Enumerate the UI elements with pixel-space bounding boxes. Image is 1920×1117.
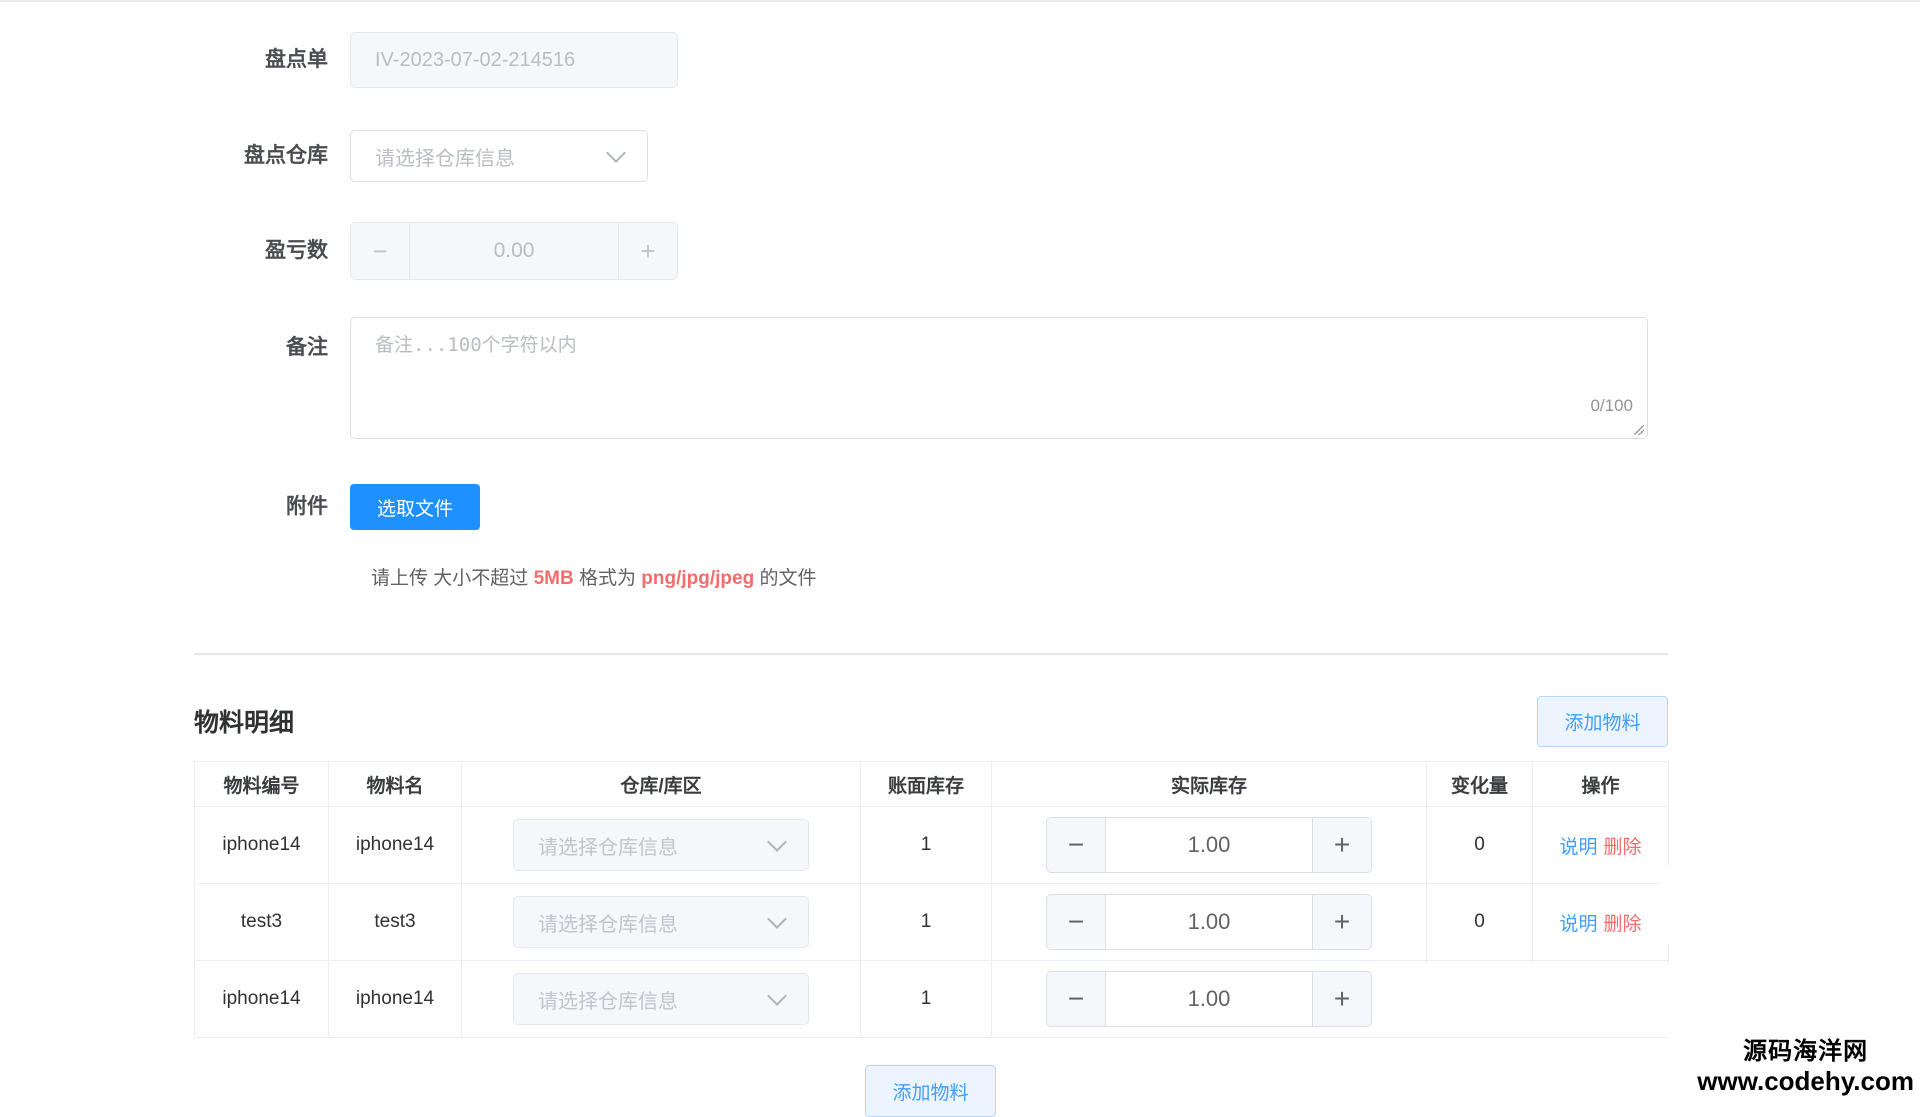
- column-header-actual-stock: 实际库存: [991, 761, 1427, 807]
- remark-char-counter: 0/100: [1590, 396, 1633, 415]
- order-label: 盘点单: [265, 48, 328, 71]
- explain-link[interactable]: 说明: [1559, 837, 1597, 858]
- add-material-button-top[interactable]: 添加物料: [1537, 696, 1668, 747]
- watermark-line1: 源码海洋网: [1743, 1038, 1869, 1065]
- chevron-down-icon: [767, 832, 787, 852]
- actual-stock-decrease-button[interactable]: −: [1047, 895, 1106, 949]
- table-row: iphone14 iphone14 请选择仓库信息 1 − 1.00 + 0 说…: [194, 806, 1669, 884]
- chevron-down-icon: [767, 986, 787, 1006]
- actual-stock-decrease-button[interactable]: −: [1047, 972, 1106, 1026]
- order-number-input: IV-2023-07-02-214516: [350, 32, 678, 88]
- materials-section-title: 物料明细: [194, 709, 295, 737]
- actions-cell: 说明 删除: [1532, 806, 1669, 884]
- row-warehouse-placeholder: 请选择仓库信息: [538, 836, 678, 859]
- upload-tip: 请上传 大小不超过 5MB 格式为 png/jpg/jpeg 的文件: [371, 563, 816, 590]
- actual-stock-value[interactable]: 1.00: [1106, 972, 1312, 1026]
- actual-stock-increase-button[interactable]: +: [1312, 972, 1371, 1026]
- watermark-line2: www.codehy.com: [1697, 1066, 1914, 1096]
- warehouse-select-placeholder: 请选择仓库信息: [375, 147, 515, 170]
- remark-textarea[interactable]: 备注...100个字符以内 0/100: [350, 317, 1648, 439]
- change-amount: 0: [1426, 806, 1533, 884]
- column-header-book-stock: 账面库存: [860, 761, 992, 807]
- column-header-name: 物料名: [328, 761, 462, 807]
- actual-stock-value[interactable]: 1.00: [1106, 895, 1312, 949]
- warehouse-cell: 请选择仓库信息: [461, 806, 861, 884]
- profit-loss-stepper: − 0.00 +: [350, 222, 678, 280]
- actual-stock-stepper: − 1.00 +: [1046, 971, 1372, 1027]
- table-header-row: 物料编号 物料名 仓库/库区 账面库存 实际库存 变化量 操作: [194, 761, 1669, 807]
- actual-stock-stepper: − 1.00 +: [1046, 894, 1372, 950]
- actual-stock-cell: − 1.00 +: [991, 960, 1427, 1038]
- row-warehouse-placeholder: 请选择仓库信息: [538, 990, 678, 1013]
- table-row: test3 test3 请选择仓库信息 1 − 1.00 + 0 说明 删除: [194, 883, 1669, 961]
- watermark: 源码海洋网 www.codehy.com: [1697, 1031, 1914, 1097]
- attachment-label: 附件: [286, 495, 328, 518]
- actual-stock-value[interactable]: 1.00: [1106, 818, 1312, 872]
- upload-tip-prefix: 请上传 大小不超过: [371, 568, 534, 589]
- section-divider: [194, 653, 1668, 655]
- book-stock: 1: [860, 960, 992, 1038]
- profit-loss-decrease-button[interactable]: −: [351, 223, 410, 279]
- column-header-actions: 操作: [1532, 761, 1669, 807]
- choose-file-button[interactable]: 选取文件: [350, 484, 480, 530]
- add-material-button-bottom[interactable]: 添加物料: [865, 1065, 996, 1117]
- delete-link[interactable]: 删除: [1604, 837, 1642, 858]
- material-name: iphone14: [328, 960, 462, 1038]
- form-row-warehouse: 盘点仓库 请选择仓库信息: [190, 130, 648, 182]
- profit-loss-label: 盈亏数: [265, 239, 328, 262]
- form-row-order: 盘点单 IV-2023-07-02-214516: [190, 32, 678, 88]
- actions-cell: 说明 删除: [1532, 883, 1669, 961]
- profit-loss-increase-button[interactable]: +: [618, 223, 677, 279]
- column-header-code: 物料编号: [194, 761, 329, 807]
- remark-placeholder: 备注...100个字符以内: [375, 334, 577, 356]
- actual-stock-stepper: − 1.00 +: [1046, 817, 1372, 873]
- actual-stock-increase-button[interactable]: +: [1312, 895, 1371, 949]
- top-border: [0, 0, 1920, 2]
- remark-label: 备注: [286, 336, 328, 359]
- row-warehouse-select[interactable]: 请选择仓库信息: [513, 896, 809, 948]
- material-code: iphone14: [194, 806, 329, 884]
- overlay-smudge: [1660, 850, 1830, 960]
- column-header-change: 变化量: [1426, 761, 1533, 807]
- form-row-attachment: 附件 选取文件: [190, 484, 480, 530]
- material-code: test3: [194, 883, 329, 961]
- overlay-smudge: [1424, 963, 1754, 1037]
- warehouse-cell: 请选择仓库信息: [461, 883, 861, 961]
- delete-link[interactable]: 删除: [1604, 914, 1642, 935]
- warehouse-label: 盘点仓库: [244, 144, 328, 167]
- chevron-down-icon: [767, 909, 787, 929]
- row-warehouse-placeholder: 请选择仓库信息: [538, 913, 678, 936]
- row-warehouse-select[interactable]: 请选择仓库信息: [513, 819, 809, 871]
- upload-tip-size: 5MB: [533, 568, 574, 589]
- upload-tip-middle: 格式为: [573, 568, 642, 589]
- upload-tip-suffix: 的文件: [754, 568, 817, 589]
- resize-handle-icon[interactable]: [1634, 425, 1644, 435]
- chevron-down-icon: [606, 143, 626, 163]
- row-warehouse-select[interactable]: 请选择仓库信息: [513, 973, 809, 1025]
- upload-tip-formats: png/jpg/jpeg: [641, 568, 755, 589]
- material-name: test3: [328, 883, 462, 961]
- form-row-remark: 备注 备注...100个字符以内 0/100: [190, 317, 1648, 439]
- actual-stock-decrease-button[interactable]: −: [1047, 818, 1106, 872]
- warehouse-cell: 请选择仓库信息: [461, 960, 861, 1038]
- form-row-profit-loss: 盈亏数 − 0.00 +: [190, 222, 678, 280]
- column-header-warehouse: 仓库/库区: [461, 761, 861, 807]
- book-stock: 1: [860, 806, 992, 884]
- change-amount: 0: [1426, 883, 1533, 961]
- actual-stock-cell: − 1.00 +: [991, 806, 1427, 884]
- material-code: iphone14: [194, 960, 329, 1038]
- profit-loss-value: 0.00: [410, 223, 618, 279]
- material-name: iphone14: [328, 806, 462, 884]
- explain-link[interactable]: 说明: [1559, 914, 1597, 935]
- actual-stock-increase-button[interactable]: +: [1312, 818, 1371, 872]
- book-stock: 1: [860, 883, 992, 961]
- warehouse-select[interactable]: 请选择仓库信息: [350, 130, 648, 182]
- actual-stock-cell: − 1.00 +: [991, 883, 1427, 961]
